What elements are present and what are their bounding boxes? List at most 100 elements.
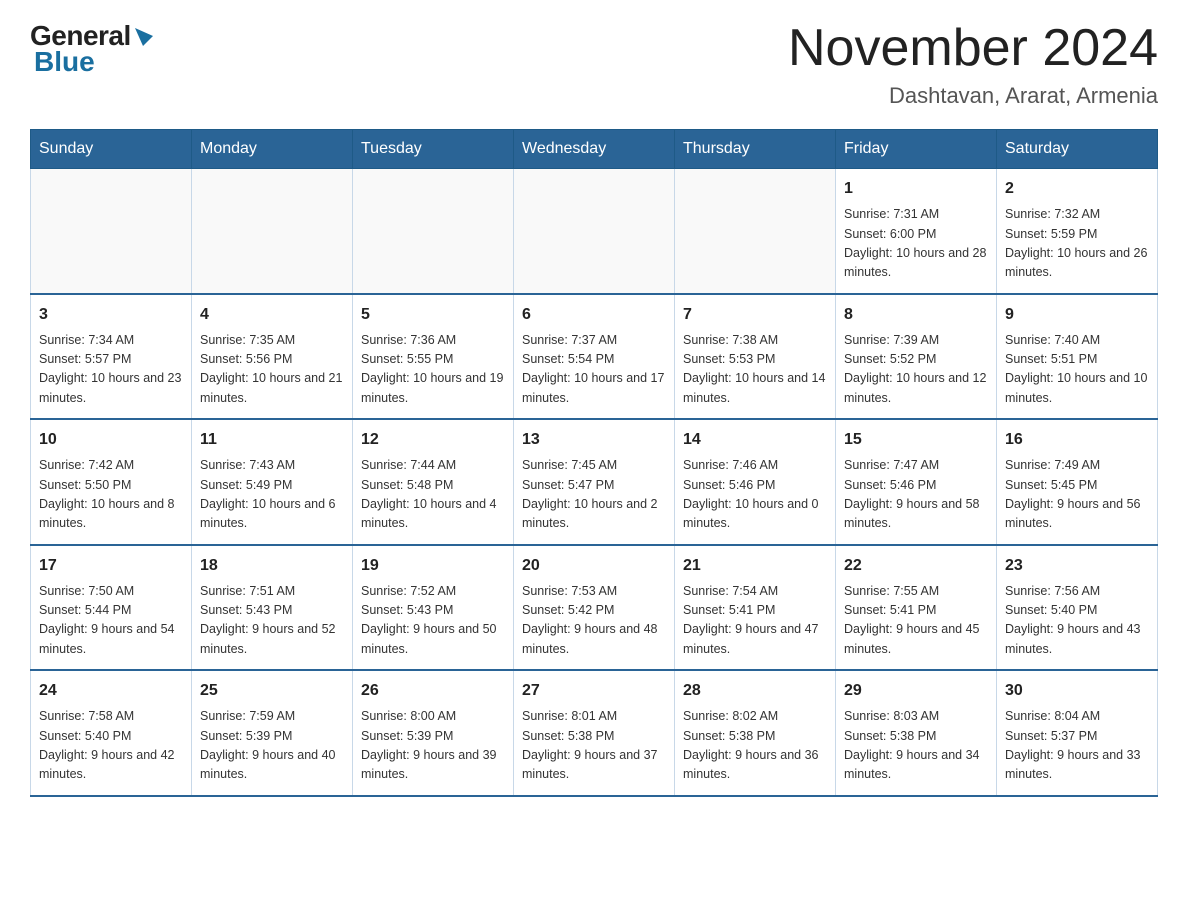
day-info: Sunrise: 8:01 AM Sunset: 5:38 PM Dayligh… bbox=[522, 707, 666, 785]
day-info: Sunrise: 7:32 AM Sunset: 5:59 PM Dayligh… bbox=[1005, 205, 1149, 283]
calendar-day-header: Monday bbox=[192, 130, 353, 169]
calendar-day-cell bbox=[192, 169, 353, 294]
calendar-day-cell: 11 Sunrise: 7:43 AM Sunset: 5:49 PM Dayli… bbox=[192, 419, 353, 545]
calendar-day-cell: 14 Sunrise: 7:46 AM Sunset: 5:46 PM Dayli… bbox=[675, 419, 836, 545]
day-info: Sunrise: 7:31 AM Sunset: 6:00 PM Dayligh… bbox=[844, 205, 988, 283]
calendar-day-cell bbox=[514, 169, 675, 294]
day-number: 4 bbox=[200, 303, 344, 327]
day-info: Sunrise: 8:02 AM Sunset: 5:38 PM Dayligh… bbox=[683, 707, 827, 785]
calendar-day-cell: 13Sunrise: 7:45 AM Sunset: 5:47 PM Dayli… bbox=[514, 419, 675, 545]
calendar-day-cell: 18 Sunrise: 7:51 AM Sunset: 5:43 PM Dayli… bbox=[192, 545, 353, 671]
day-number: 30 bbox=[1005, 679, 1149, 703]
day-number: 23 bbox=[1005, 554, 1149, 578]
calendar-day-cell: 5Sunrise: 7:36 AM Sunset: 5:55 PM Daylig… bbox=[353, 294, 514, 420]
day-number: 2 bbox=[1005, 177, 1149, 201]
calendar-day-cell: 16 Sunrise: 7:49 AM Sunset: 5:45 PM Dayli… bbox=[997, 419, 1158, 545]
day-info: Sunrise: 7:49 AM Sunset: 5:45 PM Dayligh… bbox=[1005, 456, 1149, 534]
day-info: Sunrise: 7:52 AM Sunset: 5:43 PM Dayligh… bbox=[361, 582, 505, 660]
calendar-day-header: Saturday bbox=[997, 130, 1158, 169]
calendar-day-cell: 1Sunrise: 7:31 AM Sunset: 6:00 PM Daylig… bbox=[836, 169, 997, 294]
day-number: 8 bbox=[844, 303, 988, 327]
calendar-day-cell: 29 Sunrise: 8:03 AM Sunset: 5:38 PM Dayli… bbox=[836, 670, 997, 796]
day-info: Sunrise: 7:55 AM Sunset: 5:41 PM Dayligh… bbox=[844, 582, 988, 660]
day-info: Sunrise: 7:53 AM Sunset: 5:42 PM Dayligh… bbox=[522, 582, 666, 660]
calendar-day-cell: 2 Sunrise: 7:32 AM Sunset: 5:59 PM Daylig… bbox=[997, 169, 1158, 294]
day-info: Sunrise: 7:38 AM Sunset: 5:53 PM Dayligh… bbox=[683, 331, 827, 409]
day-info: Sunrise: 7:42 AM Sunset: 5:50 PM Dayligh… bbox=[39, 456, 183, 534]
page-header: General Blue November 2024 Dashtavan, Ar… bbox=[30, 20, 1158, 109]
calendar-day-cell: 28Sunrise: 8:02 AM Sunset: 5:38 PM Dayli… bbox=[675, 670, 836, 796]
calendar-day-header: Friday bbox=[836, 130, 997, 169]
day-number: 14 bbox=[683, 428, 827, 452]
day-number: 11 bbox=[200, 428, 344, 452]
calendar-day-cell: 12Sunrise: 7:44 AM Sunset: 5:48 PM Dayli… bbox=[353, 419, 514, 545]
calendar-day-cell: 15 Sunrise: 7:47 AM Sunset: 5:46 PM Dayli… bbox=[836, 419, 997, 545]
calendar-day-cell: 25 Sunrise: 7:59 AM Sunset: 5:39 PM Dayli… bbox=[192, 670, 353, 796]
day-info: Sunrise: 7:37 AM Sunset: 5:54 PM Dayligh… bbox=[522, 331, 666, 409]
calendar-day-cell: 7Sunrise: 7:38 AM Sunset: 5:53 PM Daylig… bbox=[675, 294, 836, 420]
day-number: 3 bbox=[39, 303, 183, 327]
calendar-day-header: Thursday bbox=[675, 130, 836, 169]
calendar-week-row: 1Sunrise: 7:31 AM Sunset: 6:00 PM Daylig… bbox=[31, 169, 1158, 294]
day-number: 20 bbox=[522, 554, 666, 578]
day-number: 25 bbox=[200, 679, 344, 703]
calendar-day-cell: 6 Sunrise: 7:37 AM Sunset: 5:54 PM Daylig… bbox=[514, 294, 675, 420]
day-number: 16 bbox=[1005, 428, 1149, 452]
calendar-day-header: Wednesday bbox=[514, 130, 675, 169]
calendar-table: SundayMondayTuesdayWednesdayThursdayFrid… bbox=[30, 129, 1158, 797]
calendar-day-cell: 21 Sunrise: 7:54 AM Sunset: 5:41 PM Dayli… bbox=[675, 545, 836, 671]
day-number: 24 bbox=[39, 679, 183, 703]
calendar-week-row: 17Sunrise: 7:50 AM Sunset: 5:44 PM Dayli… bbox=[31, 545, 1158, 671]
calendar-day-cell: 27 Sunrise: 8:01 AM Sunset: 5:38 PM Dayli… bbox=[514, 670, 675, 796]
day-info: Sunrise: 7:54 AM Sunset: 5:41 PM Dayligh… bbox=[683, 582, 827, 660]
logo-blue-text: Blue bbox=[34, 46, 95, 78]
day-info: Sunrise: 7:39 AM Sunset: 5:52 PM Dayligh… bbox=[844, 331, 988, 409]
day-info: Sunrise: 8:00 AM Sunset: 5:39 PM Dayligh… bbox=[361, 707, 505, 785]
day-info: Sunrise: 7:40 AM Sunset: 5:51 PM Dayligh… bbox=[1005, 331, 1149, 409]
day-number: 22 bbox=[844, 554, 988, 578]
day-number: 19 bbox=[361, 554, 505, 578]
calendar-week-row: 3Sunrise: 7:34 AM Sunset: 5:57 PM Daylig… bbox=[31, 294, 1158, 420]
day-number: 6 bbox=[522, 303, 666, 327]
calendar-day-cell bbox=[675, 169, 836, 294]
calendar-day-header: Tuesday bbox=[353, 130, 514, 169]
day-number: 29 bbox=[844, 679, 988, 703]
calendar-day-cell: 30Sunrise: 8:04 AM Sunset: 5:37 PM Dayli… bbox=[997, 670, 1158, 796]
day-number: 27 bbox=[522, 679, 666, 703]
calendar-day-cell: 26 Sunrise: 8:00 AM Sunset: 5:39 PM Dayli… bbox=[353, 670, 514, 796]
calendar-day-cell: 24 Sunrise: 7:58 AM Sunset: 5:40 PM Dayli… bbox=[31, 670, 192, 796]
day-info: Sunrise: 8:03 AM Sunset: 5:38 PM Dayligh… bbox=[844, 707, 988, 785]
calendar-day-cell: 20 Sunrise: 7:53 AM Sunset: 5:42 PM Dayli… bbox=[514, 545, 675, 671]
main-title: November 2024 bbox=[788, 20, 1158, 77]
day-info: Sunrise: 7:58 AM Sunset: 5:40 PM Dayligh… bbox=[39, 707, 183, 785]
day-info: Sunrise: 7:47 AM Sunset: 5:46 PM Dayligh… bbox=[844, 456, 988, 534]
calendar-day-cell: 10Sunrise: 7:42 AM Sunset: 5:50 PM Dayli… bbox=[31, 419, 192, 545]
calendar-day-cell: 19 Sunrise: 7:52 AM Sunset: 5:43 PM Dayli… bbox=[353, 545, 514, 671]
day-number: 21 bbox=[683, 554, 827, 578]
day-number: 13 bbox=[522, 428, 666, 452]
day-info: Sunrise: 7:50 AM Sunset: 5:44 PM Dayligh… bbox=[39, 582, 183, 660]
day-info: Sunrise: 7:51 AM Sunset: 5:43 PM Dayligh… bbox=[200, 582, 344, 660]
day-number: 18 bbox=[200, 554, 344, 578]
calendar-day-cell: 9 Sunrise: 7:40 AM Sunset: 5:51 PM Daylig… bbox=[997, 294, 1158, 420]
calendar-day-cell: 8 Sunrise: 7:39 AM Sunset: 5:52 PM Daylig… bbox=[836, 294, 997, 420]
calendar-week-row: 24 Sunrise: 7:58 AM Sunset: 5:40 PM Dayli… bbox=[31, 670, 1158, 796]
day-info: Sunrise: 7:46 AM Sunset: 5:46 PM Dayligh… bbox=[683, 456, 827, 534]
day-info: Sunrise: 7:43 AM Sunset: 5:49 PM Dayligh… bbox=[200, 456, 344, 534]
calendar-day-cell: 3Sunrise: 7:34 AM Sunset: 5:57 PM Daylig… bbox=[31, 294, 192, 420]
logo: General Blue bbox=[30, 20, 155, 78]
subtitle: Dashtavan, Ararat, Armenia bbox=[788, 83, 1158, 109]
day-info: Sunrise: 7:56 AM Sunset: 5:40 PM Dayligh… bbox=[1005, 582, 1149, 660]
day-number: 26 bbox=[361, 679, 505, 703]
calendar-day-cell bbox=[31, 169, 192, 294]
day-number: 15 bbox=[844, 428, 988, 452]
logo-triangle-icon bbox=[133, 26, 155, 48]
calendar-day-cell: 23 Sunrise: 7:56 AM Sunset: 5:40 PM Dayli… bbox=[997, 545, 1158, 671]
day-number: 9 bbox=[1005, 303, 1149, 327]
calendar-day-cell: 22 Sunrise: 7:55 AM Sunset: 5:41 PM Dayli… bbox=[836, 545, 997, 671]
day-info: Sunrise: 7:59 AM Sunset: 5:39 PM Dayligh… bbox=[200, 707, 344, 785]
calendar-day-header: Sunday bbox=[31, 130, 192, 169]
calendar-header-row: SundayMondayTuesdayWednesdayThursdayFrid… bbox=[31, 130, 1158, 169]
calendar-day-cell bbox=[353, 169, 514, 294]
day-info: Sunrise: 7:35 AM Sunset: 5:56 PM Dayligh… bbox=[200, 331, 344, 409]
